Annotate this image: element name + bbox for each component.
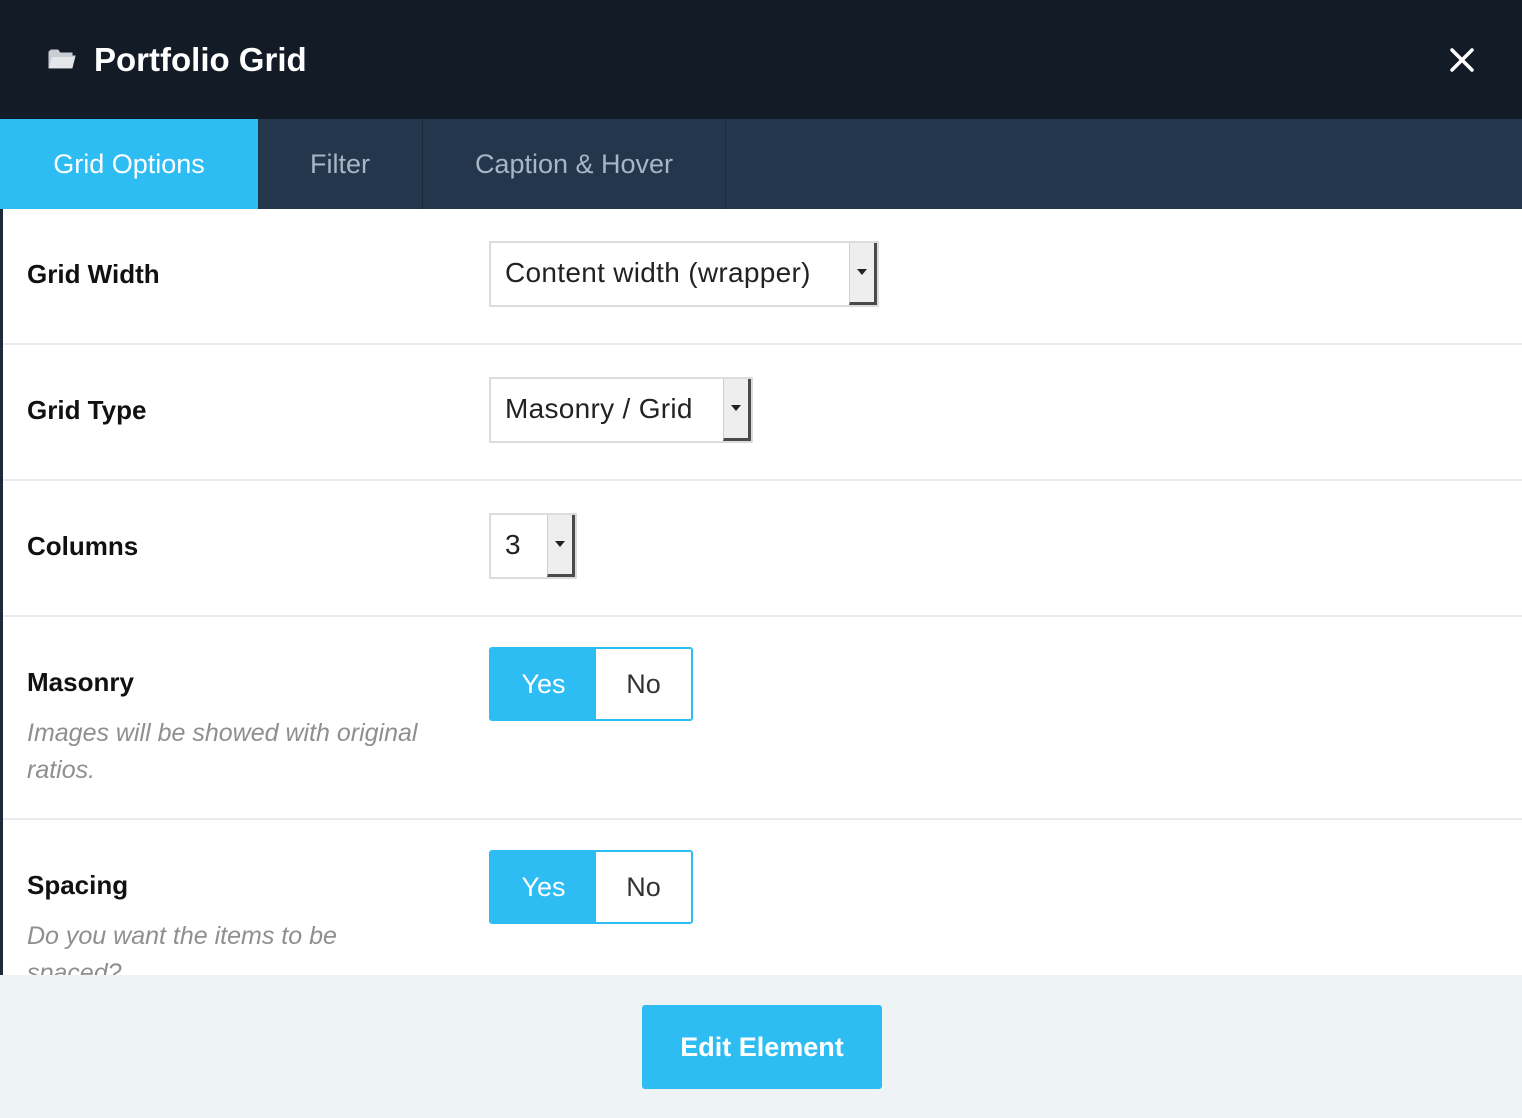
tab-bar: Grid Options Filter Caption & Hover — [0, 119, 1522, 209]
portfolio-grid-modal: Portfolio Grid Grid Options Filter Capti… — [0, 0, 1522, 1118]
spacing-toggle: Yes No — [489, 850, 693, 924]
columns-label: Columns — [27, 531, 139, 561]
grid-width-label: Grid Width — [27, 259, 160, 289]
masonry-yes-option[interactable]: Yes — [491, 649, 596, 719]
grid-width-row: Grid Width Content width (wrapper) — [3, 209, 1522, 345]
grid-type-label: Grid Type — [27, 395, 147, 425]
grid-width-value: Content width (wrapper) — [505, 257, 811, 288]
masonry-row: Masonry Images will be showed with origi… — [3, 617, 1522, 820]
modal-footer: Edit Element — [0, 975, 1522, 1118]
modal-header: Portfolio Grid — [0, 0, 1522, 119]
caret-down-icon — [731, 405, 741, 411]
masonry-no-option[interactable]: No — [595, 649, 691, 719]
close-icon[interactable] — [1441, 39, 1483, 81]
columns-row: Columns 3 — [3, 481, 1522, 617]
columns-select[interactable]: 3 — [489, 513, 577, 579]
grid-type-select[interactable]: Masonry / Grid — [489, 377, 753, 443]
masonry-label: Masonry — [27, 667, 134, 697]
modal-title: Portfolio Grid — [94, 41, 307, 78]
caret-down-icon — [857, 269, 867, 275]
dropdown-arrow — [547, 515, 575, 577]
spacing-description: Do you want the items to be spaced? — [27, 922, 337, 975]
tab-caption-hover[interactable]: Caption & Hover — [423, 119, 726, 209]
edit-element-button[interactable]: Edit Element — [642, 1005, 882, 1089]
folder-icon — [48, 49, 76, 69]
tab-grid-options[interactable]: Grid Options — [0, 119, 258, 209]
grid-width-select[interactable]: Content width (wrapper) — [489, 241, 879, 307]
spacing-row: Spacing Do you want the items to be spac… — [3, 820, 1522, 975]
tab-filter[interactable]: Filter — [258, 119, 423, 209]
dropdown-arrow — [723, 379, 751, 441]
spacing-label: Spacing — [27, 870, 129, 900]
masonry-description: Images will be showed with original rati… — [27, 719, 418, 784]
grid-type-row: Grid Type Masonry / Grid — [3, 345, 1522, 481]
grid-type-value: Masonry / Grid — [505, 393, 693, 424]
caret-down-icon — [555, 541, 565, 547]
masonry-toggle: Yes No — [489, 647, 693, 721]
columns-value: 3 — [505, 529, 521, 560]
dropdown-arrow — [849, 243, 877, 305]
spacing-no-option[interactable]: No — [595, 852, 691, 922]
spacing-yes-option[interactable]: Yes — [491, 852, 596, 922]
settings-panel: Grid Width Content width (wrapper) Grid … — [0, 209, 1522, 975]
